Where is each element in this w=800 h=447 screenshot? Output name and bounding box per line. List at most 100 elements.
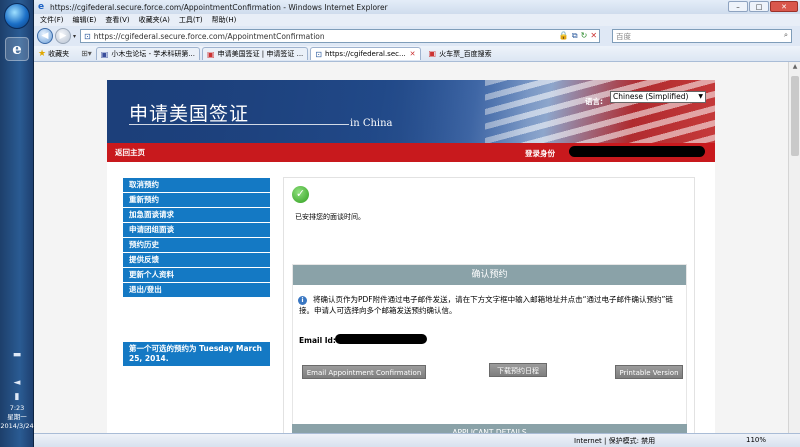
volume-icon[interactable]: ◄ — [10, 378, 24, 388]
menu-bar: 文件(F) 编辑(E) 查看(V) 收藏夹(A) 工具(T) 帮助(H) — [34, 14, 800, 26]
email-id-label: Email Id: — [299, 336, 336, 345]
clock-weekday: 星期一 — [7, 413, 27, 421]
tray-icon[interactable]: ▬ — [10, 350, 24, 360]
main-content: ✓ 已安排您的面谈时间。 确认预约 将确认页作为PDF附件通过电子邮件发送，请在… — [283, 177, 695, 433]
forward-button[interactable]: ▶ — [55, 28, 71, 44]
ie-taskbar-icon[interactable]: e — [5, 37, 29, 61]
zoom-level[interactable]: 110% — [746, 436, 766, 444]
menu-help[interactable]: 帮助(H) — [212, 15, 237, 25]
address-row: ◀ ▶ ▾ ⊡ https://cgifederal.secure.force.… — [34, 26, 800, 46]
start-button[interactable] — [4, 3, 30, 29]
download-schedule-button[interactable]: 下载预约日程 — [489, 363, 547, 377]
title-underline — [129, 124, 349, 125]
confirm-appointment-panel: 确认预约 将确认页作为PDF附件通过电子邮件发送，请在下方文字框中输入邮箱地址并… — [292, 264, 687, 433]
favorites-tab-row: ★ 收藏夹 ⊞▾ ▣ 小木虫论坛 - 学术科研第... ▣ 申请美国签证 | 申… — [34, 46, 800, 62]
window-titlebar: e https://cgifederal.secure.force.com/Ap… — [34, 0, 800, 14]
nav-update-profile[interactable]: 更新个人资料 — [123, 268, 270, 283]
back-button[interactable]: ◀ — [37, 28, 53, 44]
left-nav: 取消预约 重新预约 加急面谈请求 申请团组面谈 预约历史 提供反馈 更新个人资料… — [123, 178, 270, 298]
page-viewport: 申请美国签证 in China 语言: Chinese (Simplified)… — [34, 62, 800, 433]
maximize-button[interactable]: □ — [749, 1, 769, 12]
scheduled-message: 已安排您的面谈时间。 — [295, 213, 365, 221]
applicant-details-header: APPLICANT DETAILS — [292, 424, 687, 433]
scrollbar-thumb[interactable] — [791, 76, 799, 156]
language-select[interactable]: Chinese (Simplified) ▼ — [610, 91, 706, 103]
security-zone[interactable]: Internet | 保护模式: 禁用 — [574, 436, 655, 446]
site-nav-bar: 返回主页 登录身份 — [107, 143, 715, 162]
site-banner: 申请美国签证 in China 语言: Chinese (Simplified)… — [107, 80, 715, 143]
stop-icon[interactable]: ✕ — [590, 31, 597, 41]
ie-window: e https://cgifederal.secure.force.com/Ap… — [34, 0, 800, 447]
search-icon[interactable]: ⌕ — [784, 30, 788, 40]
tab-label: 小木虫论坛 - 学术科研第... — [111, 50, 196, 58]
email-instructions: 将确认页作为PDF附件通过电子邮件发送，请在下方文字框中输入邮箱地址并点击“通过… — [299, 295, 673, 315]
favorites-button[interactable]: 收藏夹 — [48, 49, 69, 59]
clock-date: 2014/3/24 — [0, 422, 34, 430]
tab-train-tickets[interactable]: ▣ 火车票_百度搜索 — [429, 49, 492, 59]
window-controls: – □ ✕ — [728, 1, 798, 12]
first-available-box: 第一个可选的预约为 Tuesday March 25, 2014. — [123, 342, 270, 366]
nav-group-interview[interactable]: 申请团组面谈 — [123, 223, 270, 238]
menu-tools[interactable]: 工具(T) — [179, 15, 203, 25]
visa-site: 申请美国签证 in China 语言: Chinese (Simplified)… — [107, 80, 715, 433]
menu-edit[interactable]: 编辑(E) — [73, 15, 97, 25]
page-icon: ⊡ — [84, 31, 91, 41]
tab-site-icon: ▣ — [100, 49, 109, 59]
tab-label: 申请美国签证 | 申请签证 ... — [217, 50, 304, 58]
tab-visa-apply[interactable]: ▣ 申请美国签证 | 申请签证 ... — [202, 47, 309, 60]
nav-expedite-request[interactable]: 加急面谈请求 — [123, 208, 270, 223]
tab-page-icon: ⊡ — [315, 49, 322, 59]
clock-time: 7:23 — [9, 404, 25, 412]
info-icon: i — [298, 296, 307, 305]
vertical-scrollbar[interactable]: ▲ — [788, 62, 800, 433]
redacted-username — [569, 146, 705, 157]
language-value: Chinese (Simplified) — [613, 92, 689, 101]
quick-tabs-icon[interactable]: ⊞▾ — [81, 49, 92, 58]
redacted-email — [335, 334, 427, 344]
menu-favorites[interactable]: 收藏夹(A) — [139, 15, 170, 25]
network-icon[interactable]: ▮ — [10, 392, 24, 402]
site-subtitle: in China — [350, 118, 393, 129]
compat-view-icon[interactable]: ⧉ — [572, 31, 578, 41]
status-bar: Internet | 保护模式: 禁用 110% — [34, 433, 800, 447]
confirm-header: 确认预约 — [293, 265, 686, 285]
home-link[interactable]: 返回主页 — [115, 147, 145, 158]
tab-cgifederal[interactable]: ⊡ https://cgifederal.sec... ✕ — [310, 47, 421, 60]
nav-reschedule[interactable]: 重新预约 — [123, 193, 270, 208]
refresh-icon[interactable]: ↻ — [581, 31, 588, 41]
window-title: https://cgifederal.secure.force.com/Appo… — [50, 2, 388, 12]
tab-xiaomuchong[interactable]: ▣ 小木虫论坛 - 学术科研第... — [95, 47, 201, 60]
tab-label: 火车票_百度搜索 — [439, 49, 492, 58]
tab-close-icon[interactable]: ✕ — [410, 50, 416, 58]
email-confirmation-button[interactable]: Email Appointment Confirmation — [302, 365, 426, 379]
windows-taskbar: e ▬ ◄ ▮ 7:23 星期一 2014/3/24 — [0, 0, 34, 447]
address-bar[interactable]: ⊡ https://cgifederal.secure.force.com/Ap… — [80, 29, 601, 43]
lock-icon[interactable]: 🔒 — [559, 31, 569, 41]
ie-logo-icon: e — [38, 1, 45, 12]
menu-view[interactable]: 查看(V) — [105, 15, 129, 25]
close-button[interactable]: ✕ — [770, 1, 798, 12]
nav-appointment-history[interactable]: 预约历史 — [123, 238, 270, 253]
system-clock[interactable]: 7:23 星期一 2014/3/24 — [0, 404, 34, 431]
search-input[interactable]: 百度 — [616, 31, 631, 42]
address-bar-icons: 🔒 ⧉ ↻ ✕ — [559, 31, 597, 41]
nav-cancel-appointment[interactable]: 取消预约 — [123, 178, 270, 193]
tab-label: https://cgifederal.sec... — [325, 50, 406, 58]
scroll-up-icon[interactable]: ▲ — [789, 62, 800, 72]
history-dropdown-icon[interactable]: ▾ — [73, 33, 76, 40]
language-label: 语言: — [585, 97, 603, 106]
site-title: 申请美国签证 — [129, 103, 250, 125]
login-label: 登录身份 — [525, 149, 555, 158]
tab-site-icon: ▣ — [428, 49, 437, 58]
search-box[interactable]: 百度 ⌕ — [612, 29, 793, 43]
favorites-star-icon[interactable]: ★ — [38, 49, 46, 59]
menu-file[interactable]: 文件(F) — [40, 15, 64, 25]
address-text: https://cgifederal.secure.force.com/Appo… — [93, 31, 325, 41]
nav-feedback[interactable]: 提供反馈 — [123, 253, 270, 268]
printable-version-button[interactable]: Printable Version — [615, 365, 683, 379]
minimize-button[interactable]: – — [728, 1, 748, 12]
success-check-icon: ✓ — [292, 186, 309, 203]
chevron-down-icon: ▼ — [698, 93, 703, 100]
tab-site-icon: ▣ — [207, 49, 215, 59]
nav-logout[interactable]: 退出/登出 — [123, 283, 270, 298]
